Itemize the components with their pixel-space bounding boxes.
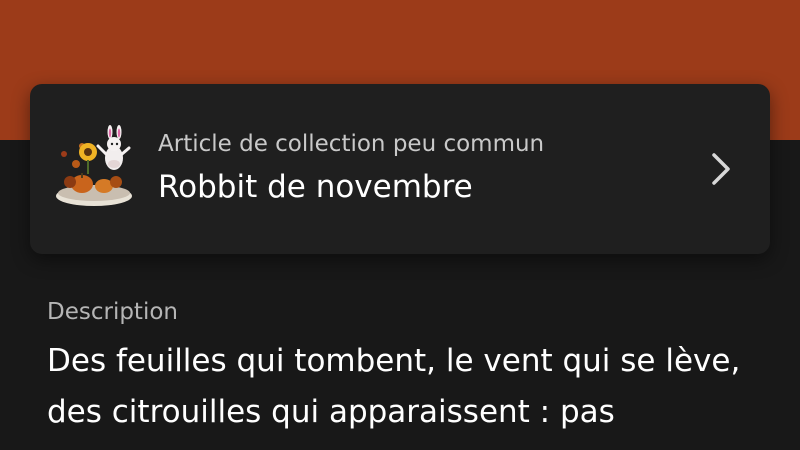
autumn-robbit-collectible-icon — [56, 125, 132, 206]
chevron-right-icon[interactable] — [708, 150, 734, 188]
collectible-item-card[interactable]: Article de collection peu commun Robbit … — [30, 84, 770, 254]
description-text: Des feuilles qui tombent, le vent qui se… — [47, 343, 741, 430]
description-label: Description — [47, 299, 178, 325]
item-rarity-label: Article de collection peu commun — [158, 131, 545, 157]
item-name: Robbit de novembre — [158, 169, 473, 205]
